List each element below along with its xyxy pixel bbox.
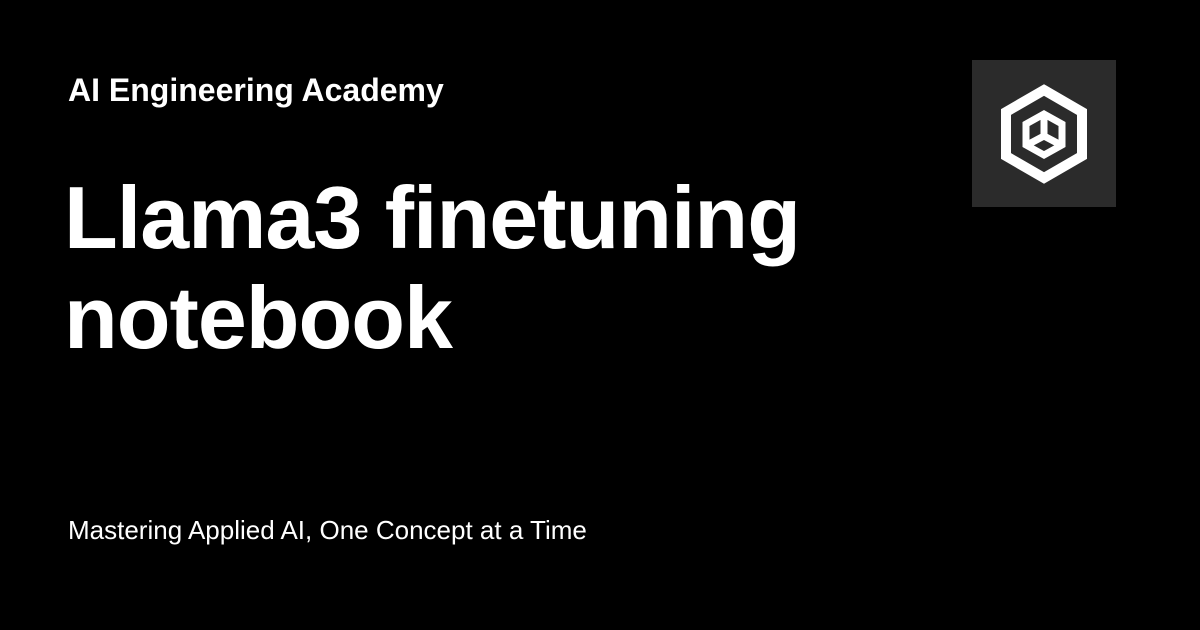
page-title: Llama3 finetuning notebook (64, 168, 924, 368)
page-title-line-1: Llama3 finetuning (64, 168, 801, 267)
tagline: Mastering Applied AI, One Concept at a T… (68, 515, 587, 545)
site-name: AI Engineering Academy (68, 72, 444, 108)
page-title-line-2: notebook (64, 268, 453, 367)
logo (972, 60, 1116, 207)
hexagon-cube-logo-icon (1001, 83, 1087, 184)
social-card: AI Engineering Academy Llama3 finetuning… (0, 0, 1200, 630)
